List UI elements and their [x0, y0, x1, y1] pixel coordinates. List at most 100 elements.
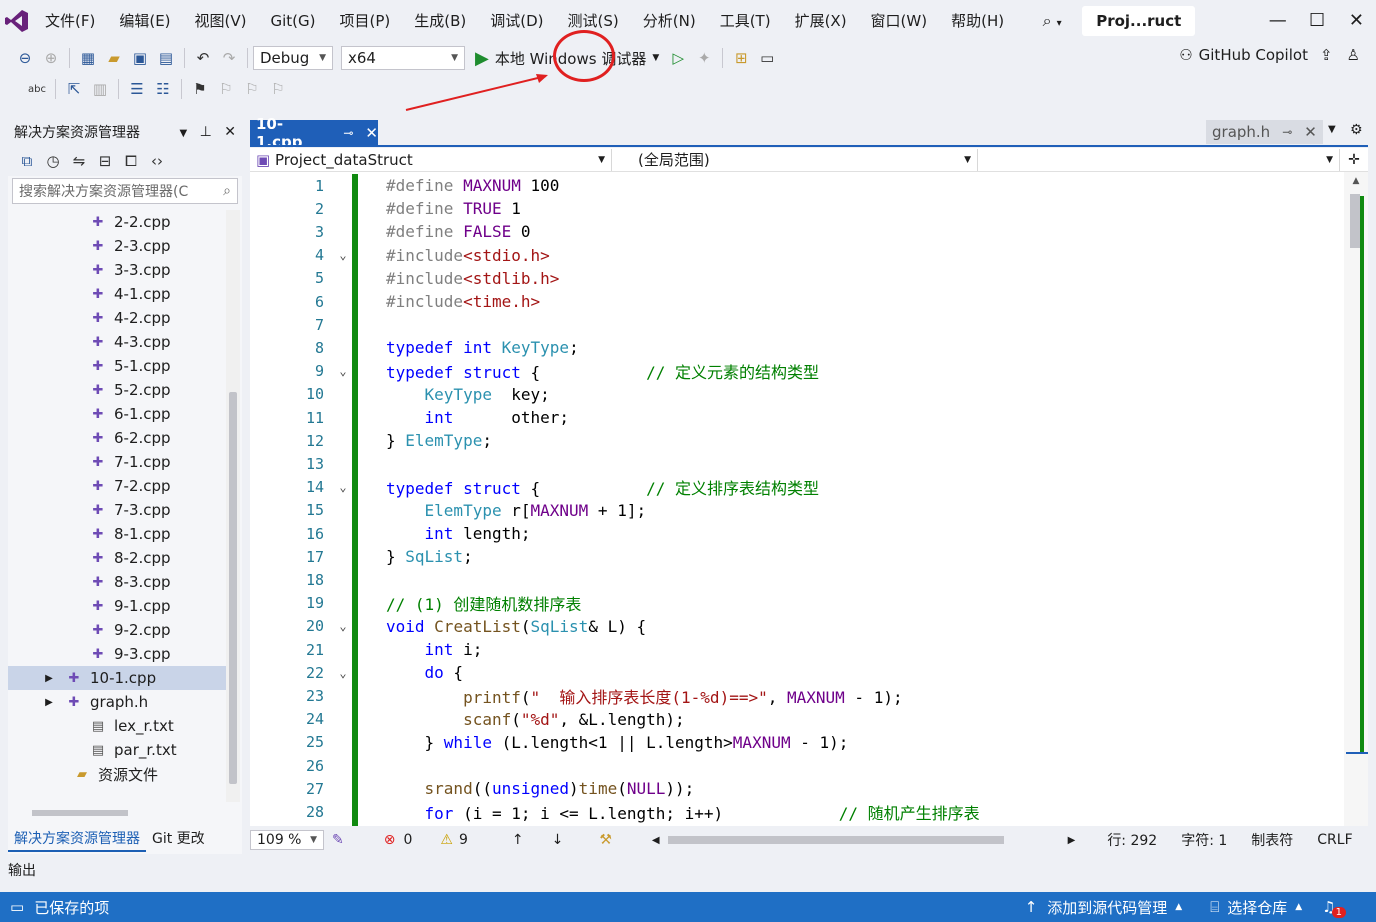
tab-git-changes[interactable]: Git 更改 [146, 828, 211, 852]
error-count[interactable]: 0 [403, 832, 412, 848]
platform-select[interactable]: x64 ▼ [341, 46, 465, 70]
zoom-select[interactable]: 109 % ▼ [250, 830, 324, 850]
close-tab-icon[interactable]: ✕ [365, 124, 378, 142]
tree-item[interactable]: ▰ 资源文件 [8, 762, 226, 786]
scroll-right-icon[interactable]: ▶ [1068, 835, 1076, 846]
tree-item[interactable]: ✚ 9-2.cpp [8, 618, 226, 642]
code-line[interactable]: 11 int other; [250, 406, 1340, 429]
editor-horizontal-scrollbar[interactable] [667, 836, 1004, 844]
scope-dropdown[interactable]: (全局范围) ▼ [612, 148, 978, 171]
code-line[interactable]: 5 #include<stdlib.h> [250, 267, 1340, 290]
code-line[interactable]: 7 [250, 313, 1340, 336]
code-line[interactable]: 10 KeyType key; [250, 383, 1340, 406]
code-line[interactable]: 26 [250, 754, 1340, 777]
undo-icon[interactable]: ↶ [190, 45, 216, 71]
collapse-all-icon[interactable]: ⊟ [92, 148, 118, 174]
next-issue-icon[interactable]: ↓ [552, 832, 564, 848]
pin-tab-icon[interactable]: ⊸ [1282, 125, 1292, 139]
spell-check-icon[interactable]: abc [24, 76, 50, 102]
tree-vertical-scrollbar[interactable] [226, 210, 240, 802]
fold-toggle-icon[interactable]: ⌄ [324, 480, 362, 494]
member-dropdown[interactable]: ▼ [978, 148, 1340, 171]
clear-bookmarks-icon[interactable]: ⚐ [265, 76, 291, 102]
share-icon[interactable]: ⇪ [1320, 46, 1333, 64]
tab-indicator[interactable]: 制表符 [1251, 830, 1293, 850]
open-folder-icon[interactable]: ▰ [101, 45, 127, 71]
code-line[interactable]: 3 #define FALSE 0 [250, 220, 1340, 243]
menu-item[interactable]: 编辑(E) [107, 0, 182, 42]
tree-item[interactable]: ✚ 7-3.cpp [8, 498, 226, 522]
expand-arrow-icon[interactable]: ▶ [42, 673, 56, 684]
save-all-icon[interactable]: ▤ [153, 45, 179, 71]
editor-vertical-scrollbar[interactable]: ▲ [1344, 172, 1368, 826]
code-line[interactable]: 1 #define MAXNUM 100 [250, 174, 1340, 197]
code-line[interactable]: 27 srand((unsigned)time(NULL)); [250, 777, 1340, 800]
tree-item[interactable]: ▤ lex_r.txt [8, 714, 226, 738]
tree-item[interactable]: ✚ 7-2.cpp [8, 474, 226, 498]
redo-icon[interactable]: ↷ [216, 45, 242, 71]
char-indicator[interactable]: 字符: 1 [1181, 830, 1227, 850]
tab-graph-h[interactable]: graph.h ⊸ ✕ [1206, 120, 1323, 144]
fold-toggle-icon[interactable]: ⌄ [324, 666, 362, 680]
tree-item[interactable]: ✚ 8-1.cpp [8, 522, 226, 546]
select-repository[interactable]: 选择仓库 [1227, 897, 1287, 918]
code-line[interactable]: 20 ⌄ void CreatList(SqList& L) { [250, 615, 1340, 638]
sync-icon[interactable]: ⇋ [66, 148, 92, 174]
forward-icon[interactable]: ⊕ [38, 45, 64, 71]
layout-icon[interactable]: ▭ [754, 45, 780, 71]
tab-solution-explorer[interactable]: 解决方案资源管理器 [8, 828, 146, 852]
code-line[interactable]: 18 [250, 568, 1340, 591]
indent-icon[interactable]: ☰ [124, 76, 150, 102]
menu-item[interactable]: 帮助(H) [939, 0, 1016, 42]
warning-icon[interactable]: ⚠ [440, 832, 453, 848]
tree-item[interactable]: ✚ 7-1.cpp [8, 450, 226, 474]
configuration-select[interactable]: Debug ▼ [253, 46, 333, 70]
tree-item[interactable]: ▶ ✚ 10-1.cpp [8, 666, 226, 690]
menu-item[interactable]: 项目(P) [328, 0, 403, 42]
expand-arrow-icon[interactable]: ▶ [42, 697, 56, 708]
tree-item[interactable]: ✚ 4-1.cpp [8, 282, 226, 306]
tree-item[interactable]: ✚ 2-3.cpp [8, 234, 226, 258]
menu-item[interactable]: 调试(D) [478, 0, 555, 42]
settings-gear-icon[interactable]: ⚙ [1350, 122, 1363, 138]
code-line[interactable]: 4 ⌄ #include<stdio.h> [250, 244, 1340, 267]
tree-item[interactable]: ✚ 2-2.cpp [8, 210, 226, 234]
tree-horizontal-scrollbar[interactable] [14, 806, 224, 820]
line-indicator[interactable]: 行: 292 [1107, 830, 1157, 850]
code-line[interactable]: 6 #include<time.h> [250, 290, 1340, 313]
pin-tab-icon[interactable]: ⊸ [343, 126, 353, 140]
history-icon[interactable]: ◷ [40, 148, 66, 174]
new-project-icon[interactable]: ▦ [75, 45, 101, 71]
intellicode-icon[interactable]: ✎ [332, 832, 344, 848]
code-line[interactable]: 19 // (1) 创建随机数排序表 [250, 592, 1340, 615]
code-line[interactable]: 25 } while (L.length<1 || L.length>MAXNU… [250, 731, 1340, 754]
save-icon[interactable]: ▣ [127, 45, 153, 71]
code-line[interactable]: 17} SqList; [250, 545, 1340, 568]
bookmark-icon[interactable]: ⚑ [187, 76, 213, 102]
start-without-debugging-icon[interactable]: ▷ [665, 45, 691, 71]
code-view-icon[interactable]: ‹› [144, 148, 170, 174]
menu-item[interactable]: 分析(N) [631, 0, 708, 42]
fold-toggle-icon[interactable]: ⌄ [324, 364, 362, 378]
eol-indicator[interactable]: CRLF [1317, 832, 1352, 848]
tab-10-1-cpp[interactable]: 10-1.cpp ⊸ ✕ [250, 115, 378, 151]
tree-item[interactable]: ✚ 9-1.cpp [8, 594, 226, 618]
solution-search-input[interactable]: 搜索解决方案资源管理器(C ⌕ [12, 178, 238, 204]
minimize-button[interactable]: — [1258, 0, 1297, 42]
tree-item[interactable]: ✚ 4-3.cpp [8, 330, 226, 354]
tab-list-dropdown-icon[interactable]: ▼ [1328, 124, 1336, 135]
tree-item[interactable]: ✚ 5-1.cpp [8, 354, 226, 378]
fold-toggle-icon[interactable]: ⌄ [324, 619, 362, 633]
scroll-left-icon[interactable]: ◀ [652, 835, 660, 846]
code-line[interactable]: 2 #define TRUE 1 [250, 197, 1340, 220]
code-line[interactable]: 16 int length; [250, 522, 1340, 545]
show-all-files-icon[interactable]: ⧠ [118, 148, 144, 174]
menu-item[interactable]: 窗口(W) [859, 0, 940, 42]
search-icon[interactable]: ⌕ ▾ [1034, 11, 1070, 31]
code-line[interactable]: 13 [250, 452, 1340, 475]
code-line[interactable]: 15 ElemType r[MAXNUM + 1]; [250, 499, 1340, 522]
pin-icon[interactable]: ⊥ [200, 124, 212, 140]
code-editor[interactable]: 1 #define MAXNUM 100 2 #define TRUE 1 3 #defi… [250, 172, 1368, 826]
tree-item[interactable]: ▶ ✚ graph.h [8, 690, 226, 714]
tree-item[interactable]: ✚ 3-3.cpp [8, 258, 226, 282]
